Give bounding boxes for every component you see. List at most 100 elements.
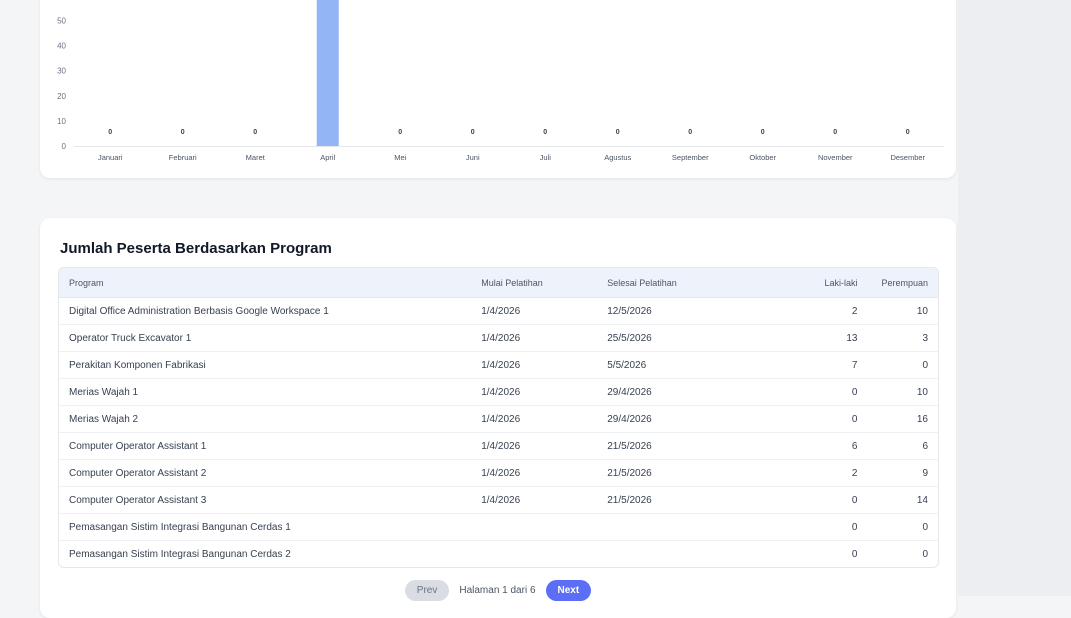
x-tick-label: Juni [466,153,480,162]
data-label: 0 [833,129,837,136]
table-row: Computer Operator Assistant 1 1/4/2026 21/… [59,432,938,460]
cell-selesai-pelatihan [597,541,733,568]
cell-selesai-pelatihan: 21/5/2026 [597,432,734,460]
x-tick-label: Agustus [604,153,631,162]
cell-selesai-pelatihan: 25/5/2026 [597,324,734,352]
cell-perempuan: 0 [871,513,938,541]
cell-perempuan: 6 [871,432,938,460]
x-tick-label: September [672,153,709,162]
right-background-strip [958,0,1071,596]
cell-program: Computer Operator Assistant 3 [59,486,472,514]
table-row: Computer Operator Assistant 2 1/4/2026 21/… [59,459,938,487]
y-tick-label: 50 [57,17,66,26]
cell-mulai-pelatihan [471,513,598,541]
table-row: Merias Wajah 1 1/4/2026 29/4/2026 0 10 [59,378,938,406]
x-tick-label: Desember [890,153,925,162]
header-perempuan[interactable]: Perempuan [871,268,938,298]
data-label: 0 [616,129,620,136]
prev-button[interactable]: Prev [404,580,450,601]
x-tick-label: Maret [246,153,266,162]
cell-selesai-pelatihan: 29/4/2026 [597,405,734,433]
next-button[interactable]: Next [545,580,592,601]
table-row: Merias Wajah 2 1/4/2026 29/4/2026 0 16 [59,405,938,433]
cell-program: Merias Wajah 2 [59,405,472,433]
bar[interactable] [316,0,339,146]
cell-program: Computer Operator Assistant 2 [59,459,472,487]
program-table: Program Mulai Pelatihan Selesai Pelatiha… [59,268,938,567]
data-label: 0 [398,129,402,136]
cell-selesai-pelatihan [597,513,734,541]
cell-program: Operator Truck Excavator 1 [59,324,472,352]
cell-laki-laki: 0 [733,513,872,541]
cell-laki-laki: 13 [733,324,872,352]
cell-mulai-pelatihan: 1/4/2026 [471,459,598,487]
header-selesai-pelatihan[interactable]: Selesai Pelatihan [597,268,734,298]
cell-laki-laki: 0 [851,548,858,560]
cell-perempuan: 9 [871,459,938,487]
cell-perempuan: 10 [871,378,938,406]
x-tick-label: Mei [394,153,406,162]
table-row: Operator Truck Excavator 1 1/4/2026 25/5/2… [59,324,938,352]
cell-perempuan: 14 [871,486,938,514]
cell-laki-laki: 0 [733,378,872,406]
table-row: Pemasangan Sistim Integrasi Bangunan Cer… [59,541,938,568]
x-tick-label: Oktober [749,153,776,162]
monthly-chart-card: 0 10 20 30 40 50 0 Januari 0 Februari 0 Maret April 0… [40,0,956,178]
header-program[interactable]: Program [59,268,472,298]
pagination: Prev Halaman 1 dari 6 Next [40,580,956,601]
program-table-card: Jumlah Peserta Berdasarkan Program Progr… [40,218,956,618]
table-header-row: Program Mulai Pelatihan Selesai Pelatiha… [59,268,938,298]
page-info: Halaman 1 dari 6 [459,585,536,596]
cell-mulai-pelatihan: 1/4/2026 [471,297,598,325]
cell-laki-laki: 2 [733,459,872,487]
y-tick-label: 20 [57,92,66,101]
cell-program: Computer Operator Assistant 1 [59,432,472,460]
data-label: 0 [181,129,185,136]
section-title: Jumlah Peserta Berdasarkan Program [60,240,332,257]
x-tick-label: April [320,153,335,162]
cell-mulai-pelatihan: 1/4/2026 [471,405,598,433]
y-tick-label: 40 [57,42,66,51]
cell-laki-laki: 2 [733,297,872,325]
cell-mulai-pelatihan: 1/4/2026 [471,486,598,514]
cell-selesai-pelatihan: 29/4/2026 [597,378,734,406]
cell-mulai-pelatihan [471,541,597,568]
program-table-container: Program Mulai Pelatihan Selesai Pelatiha… [58,267,939,568]
cell-laki-laki: 0 [733,486,872,514]
data-label: 0 [543,129,547,136]
cell-perempuan: 0 [922,548,928,560]
cell-laki-laki: 6 [733,432,872,460]
x-tick-label: Januari [98,153,123,162]
cell-mulai-pelatihan: 1/4/2026 [471,378,598,406]
cell-laki-laki: 7 [733,351,872,379]
y-tick-label: 30 [57,67,66,76]
cell-perempuan: 0 [871,351,938,379]
cell-selesai-pelatihan: 21/5/2026 [597,486,734,514]
table-row: Computer Operator Assistant 3 1/4/2026 21/… [59,486,938,514]
cell-mulai-pelatihan: 1/4/2026 [471,351,598,379]
table-row: Digital Office Administration Berbasis G… [59,297,938,325]
header-laki-laki[interactable]: Laki-laki [733,268,872,298]
cell-perempuan: 3 [871,324,938,352]
data-label: 0 [688,129,692,136]
cell-program: Digital Office Administration Berbasis G… [59,297,472,325]
header-mulai-pelatihan[interactable]: Mulai Pelatihan [471,268,598,298]
table-row: Pemasangan Sistim Integrasi Bangunan Cer… [59,513,938,541]
data-label: 0 [108,129,112,136]
y-tick-label: 0 [62,142,67,151]
cell-selesai-pelatihan: 21/5/2026 [597,459,734,487]
cell-selesai-pelatihan: 5/5/2026 [597,351,734,379]
cell-program: Perakitan Komponen Fabrikasi [59,351,472,379]
cell-mulai-pelatihan: 1/4/2026 [471,432,598,460]
x-tick-label: Februari [169,153,197,162]
x-tick-label: Juli [540,153,552,162]
data-label: 0 [253,129,257,136]
cell-perempuan: 16 [871,405,938,433]
data-label: 0 [761,129,765,136]
cell-program: Merias Wajah 1 [59,378,472,406]
monthly-bar-chart: 0 10 20 30 40 50 0 Januari 0 Februari 0 Maret April 0… [57,0,944,162]
cell-laki-laki: 0 [733,405,872,433]
data-label: 0 [471,129,475,136]
cell-program: Pemasangan Sistim Integrasi Bangunan Cer… [59,513,472,541]
table-row: Perakitan Komponen Fabrikasi 1/4/2026 5/5/… [59,351,938,379]
